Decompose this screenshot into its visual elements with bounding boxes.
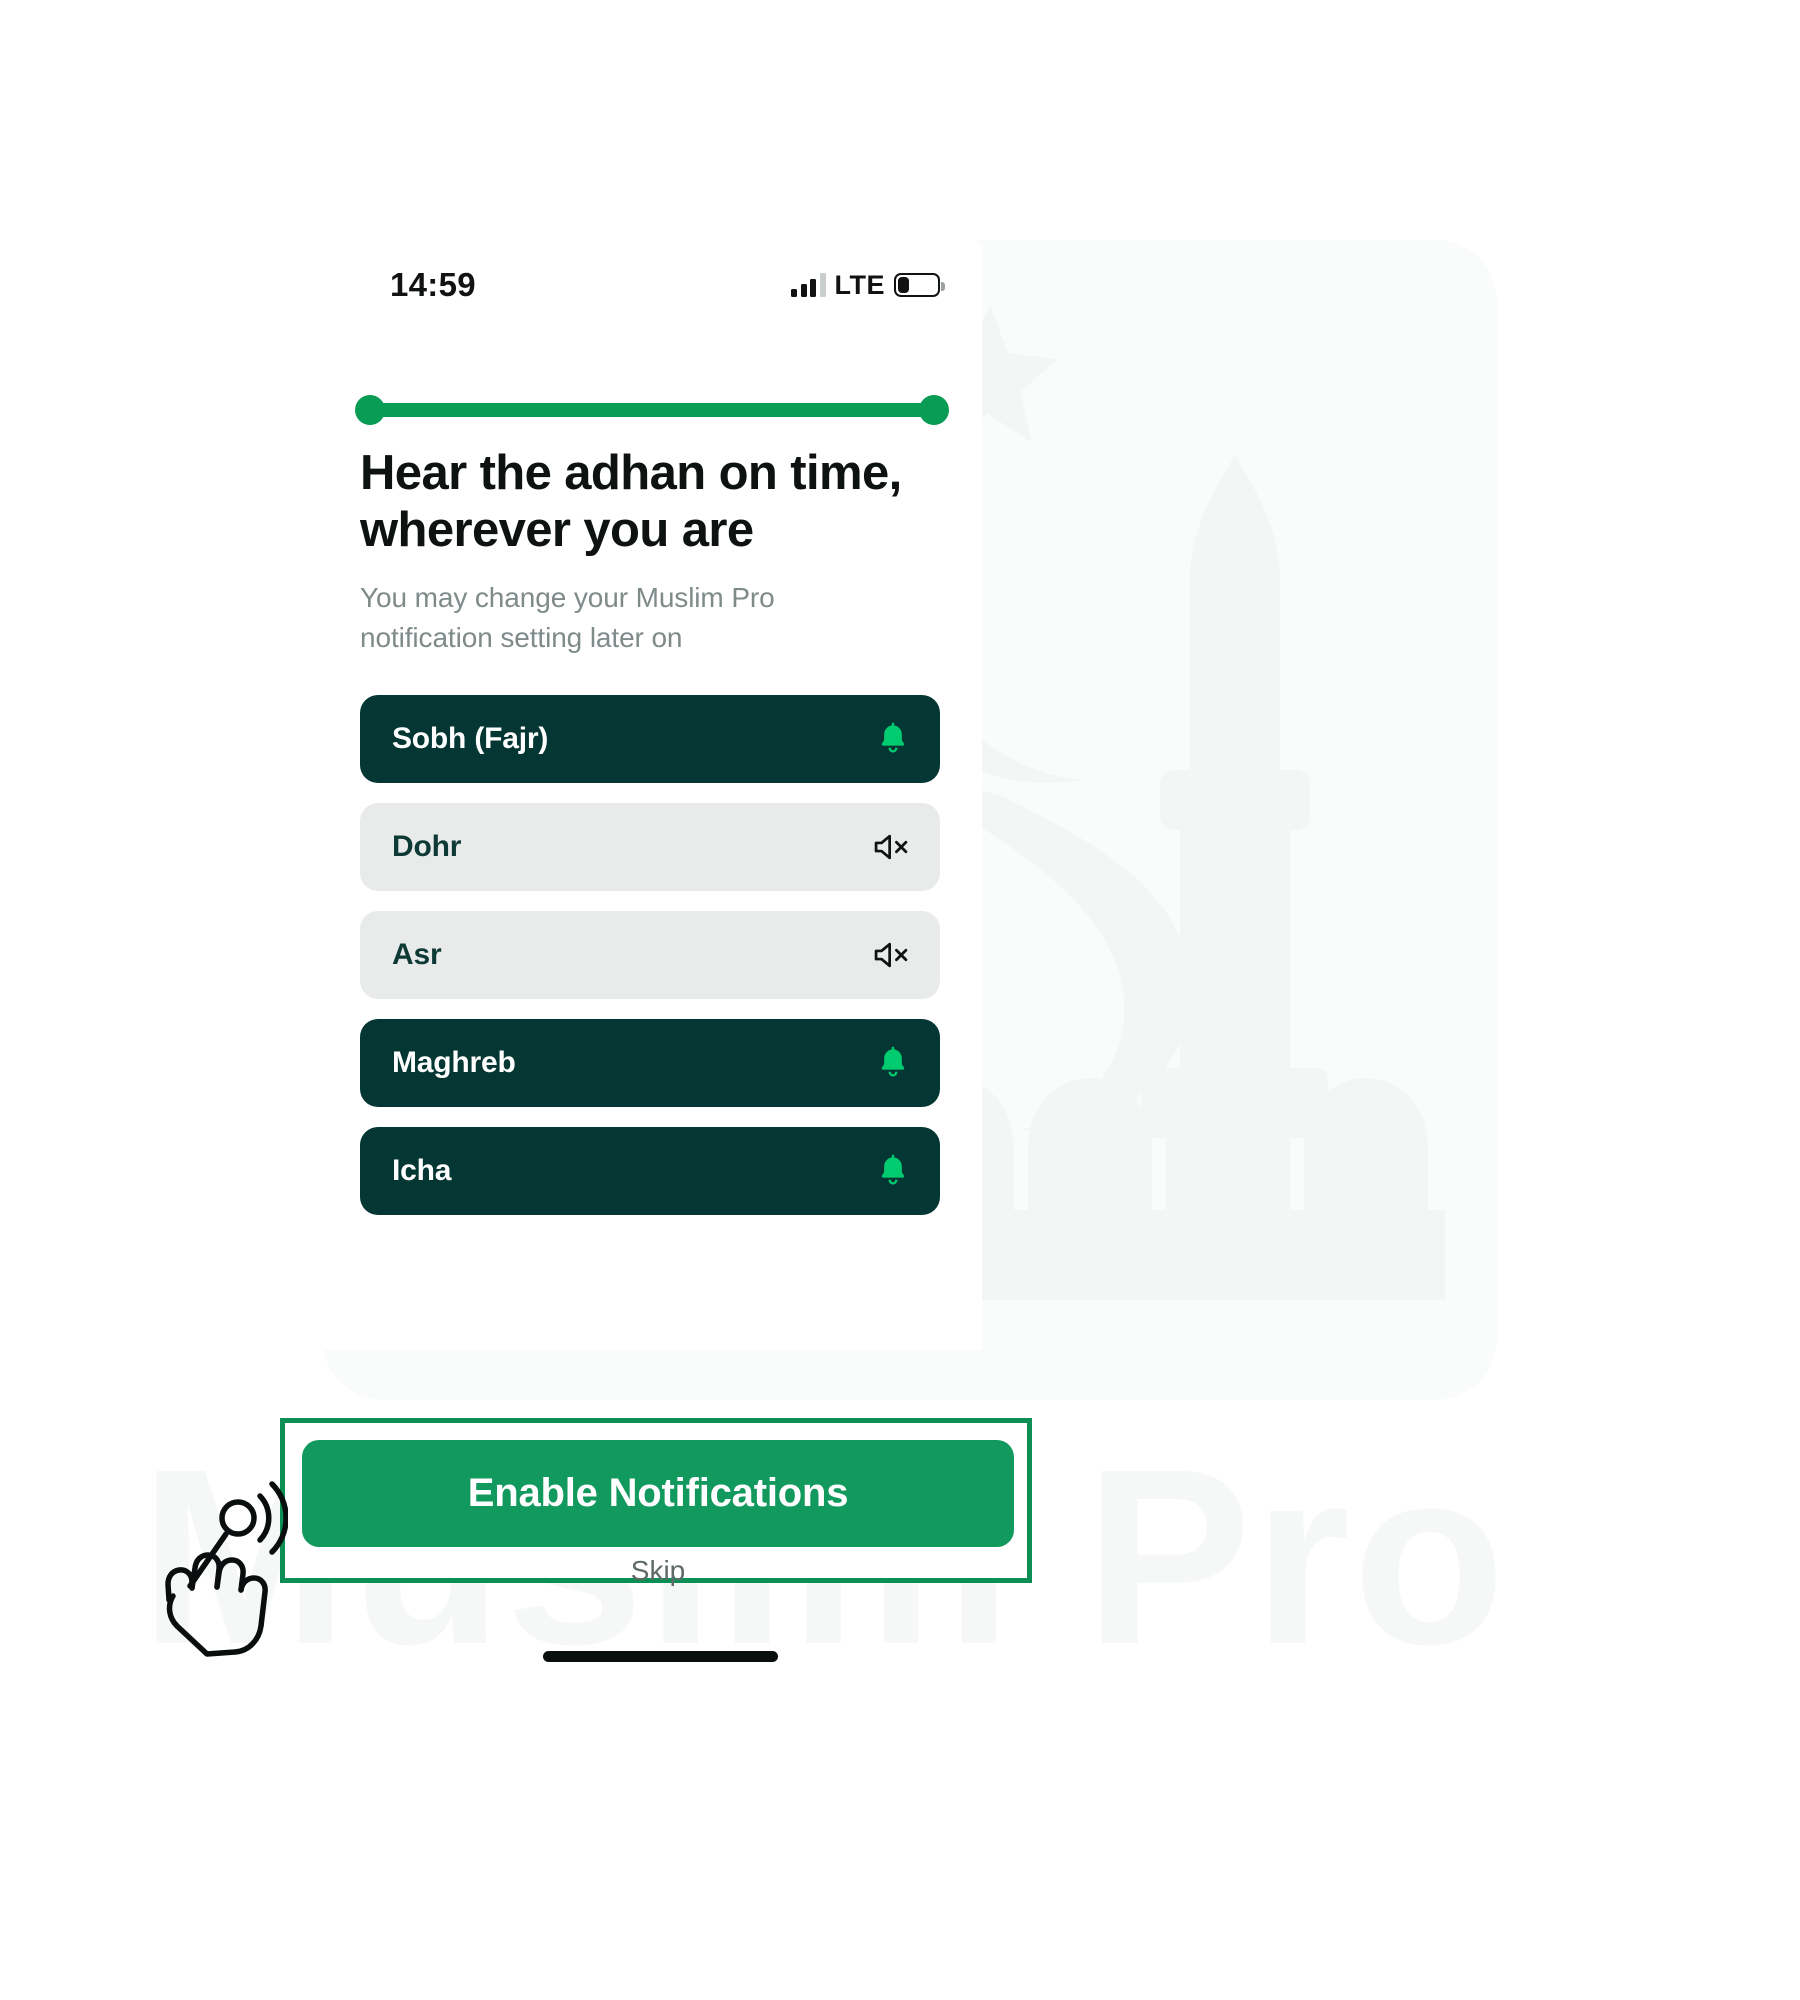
phone-screen: 14:59 LTE Hear the adhan on time, wherev… — [322, 240, 982, 1350]
speaker-muted-icon — [874, 942, 908, 968]
bell-icon[interactable] — [876, 1153, 910, 1189]
speaker-muted-icon[interactable] — [872, 938, 910, 972]
bell-icon[interactable] — [876, 721, 910, 757]
prayer-name: Asr — [392, 938, 442, 971]
bell-icon — [881, 1046, 905, 1077]
prayer-row-sobh-fajr[interactable]: Sobh (Fajr) — [360, 695, 940, 783]
bell-icon — [881, 722, 905, 753]
skip-button[interactable]: Skip — [302, 1555, 1014, 1587]
status-indicators: LTE — [791, 269, 945, 301]
prayer-name: Icha — [392, 1154, 452, 1187]
tap-cursor-icon — [165, 1481, 288, 1657]
prayer-row-maghreb[interactable]: Maghreb — [360, 1019, 940, 1107]
enable-notifications-button[interactable]: Enable Notifications — [302, 1440, 1014, 1547]
onboarding-progress-bar — [322, 395, 982, 425]
speaker-muted-icon[interactable] — [872, 830, 910, 864]
progress-track — [360, 403, 944, 417]
status-bar: 14:59 LTE — [322, 240, 982, 330]
battery-icon — [894, 273, 945, 297]
prayer-name: Dohr — [392, 830, 462, 863]
signal-bars-icon — [791, 273, 826, 297]
network-label: LTE — [834, 269, 885, 300]
bell-icon — [881, 1154, 905, 1185]
prayer-name: Maghreb — [392, 1046, 516, 1079]
home-indicator — [543, 1651, 778, 1662]
prayer-row-dohr[interactable]: Dohr — [360, 803, 940, 891]
page-title: Hear the adhan on time, wherever you are — [360, 446, 902, 558]
screenshot-root: Muslim Pro 14:59 LTE Hear the adhan on t… — [0, 0, 1800, 2000]
status-time: 14:59 — [390, 266, 476, 303]
prayer-row-icha[interactable]: Icha — [360, 1127, 940, 1215]
page-subtitle: You may change your Muslim Pro notificat… — [360, 582, 775, 653]
bell-icon[interactable] — [876, 1045, 910, 1081]
speaker-muted-icon — [874, 834, 908, 860]
prayer-row-asr[interactable]: Asr — [360, 911, 940, 999]
prayer-name: Sobh (Fajr) — [392, 722, 549, 755]
prayer-notification-list: Sobh (Fajr) Dohr Asr Maghreb Icha — [360, 695, 940, 1215]
